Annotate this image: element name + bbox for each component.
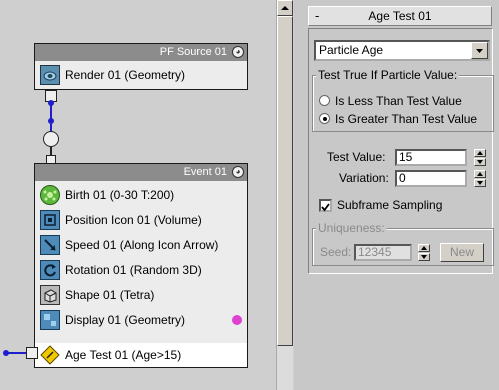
panel-scrollbar[interactable] <box>276 0 293 390</box>
spinner-down-icon[interactable] <box>418 253 430 261</box>
birth-icon <box>40 185 60 205</box>
rollout-header[interactable]: - Age Test 01 <box>308 6 492 26</box>
group-title: Test True If Particle Value: <box>316 68 460 82</box>
chevron-down-icon[interactable] <box>471 42 488 59</box>
subframe-label: Subframe Sampling <box>337 198 443 212</box>
spinner-up-icon[interactable] <box>418 244 430 252</box>
rollout-title: Age Test 01 <box>368 9 432 23</box>
operator-label: Render 01 (Geometry) <box>65 68 186 82</box>
shape-icon <box>40 285 60 305</box>
radio-less-than[interactable]: Is Less Than Test Value <box>319 94 495 108</box>
age-test-icon <box>40 345 60 365</box>
operator-label: Speed 01 (Along Icon Arrow) <box>65 238 219 252</box>
event-input-socket[interactable] <box>43 131 59 147</box>
variation-spinner[interactable] <box>474 170 486 187</box>
operator-rotation[interactable]: Rotation 01 (Random 3D) <box>35 258 247 282</box>
spinner-down-icon[interactable] <box>474 158 486 166</box>
parameters-panel: - Age Test 01 Particle Age Test True If … <box>294 0 499 390</box>
test-value-field[interactable]: 15 <box>395 149 467 166</box>
rotation-icon <box>40 260 60 280</box>
radio-label: Is Less Than Test Value <box>335 94 462 108</box>
scroll-thumb[interactable] <box>277 16 293 346</box>
operator-display[interactable]: Display 01 (Geometry) <box>35 308 247 332</box>
operator-label: Display 01 (Geometry) <box>65 313 186 327</box>
variation-field[interactable]: 0 <box>395 170 467 187</box>
test-output-socket[interactable] <box>26 347 38 359</box>
lock-icon[interactable]: ◕ <box>232 46 244 58</box>
spinner-up-icon[interactable] <box>474 170 486 178</box>
radio-button[interactable] <box>319 113 330 124</box>
wire <box>50 147 52 155</box>
operator-speed[interactable]: Speed 01 (Along Icon Arrow) <box>35 233 247 257</box>
test-value-spinner[interactable] <box>474 149 486 166</box>
variation-value: 0 <box>399 171 406 185</box>
display-color-dot[interactable] <box>232 315 242 325</box>
operator-age-test[interactable]: Age Test 01 (Age>15) <box>35 343 247 367</box>
operator-label: Age Test 01 (Age>15) <box>65 348 182 362</box>
variation-label: Variation: <box>339 171 389 185</box>
operator-label: Rotation 01 (Random 3D) <box>65 263 202 277</box>
subframe-checkbox[interactable] <box>319 199 332 212</box>
wire <box>8 352 26 354</box>
seed-label: Seed: <box>320 245 352 259</box>
seed-spinner[interactable] <box>418 244 430 261</box>
operator-shape[interactable]: Shape 01 (Tetra) <box>35 283 247 307</box>
chevron-up-icon <box>281 6 289 10</box>
operator-birth[interactable]: Birth 01 (0-30 T:200) <box>35 183 247 207</box>
speed-icon <box>40 235 60 255</box>
pf-source-title: PF Source 01 <box>35 44 247 61</box>
radio-label: Is Greater Than Test Value <box>335 112 478 126</box>
display-icon <box>40 310 60 330</box>
operator-render[interactable]: Render 01 (Geometry) <box>35 63 247 87</box>
test-type-value: Particle Age <box>319 43 384 57</box>
render-icon <box>40 65 60 85</box>
spinner-down-icon[interactable] <box>474 179 486 187</box>
event-title: Event 01 <box>35 164 247 181</box>
event-node[interactable]: Event 01 ◕ Birth 01 (0-30 T:200) Positio… <box>34 163 248 368</box>
operator-label: Birth 01 (0-30 T:200) <box>65 188 175 202</box>
scroll-up-button[interactable] <box>277 0 293 16</box>
lock-icon[interactable]: ◕ <box>232 166 244 178</box>
radio-button[interactable] <box>319 95 330 106</box>
test-value-label: Test Value: <box>327 150 386 164</box>
operator-position-icon[interactable]: Position Icon 01 (Volume) <box>35 208 247 232</box>
test-value: 15 <box>399 150 413 164</box>
radio-greater-than[interactable]: Is Greater Than Test Value <box>319 112 495 126</box>
checkmark-icon <box>321 203 330 212</box>
spinner-up-icon[interactable] <box>474 149 486 157</box>
seed-value: 12345 <box>358 245 392 259</box>
wire-dot <box>48 100 54 106</box>
test-type-dropdown[interactable]: Particle Age <box>314 40 490 61</box>
operator-label: Shape 01 (Tetra) <box>65 288 155 302</box>
wire-dot <box>3 350 9 356</box>
particle-view-canvas[interactable]: PF Source 01 ◕ Render 01 (Geometry) Even… <box>0 0 276 390</box>
group-title: Uniqueness: <box>316 221 387 235</box>
new-seed-button[interactable]: New <box>440 243 484 262</box>
pf-source-node[interactable]: PF Source 01 ◕ Render 01 (Geometry) <box>34 43 248 90</box>
seed-field[interactable]: 12345 <box>354 244 412 261</box>
socket-stub <box>46 155 56 163</box>
position-icon <box>40 210 60 230</box>
operator-label: Position Icon 01 (Volume) <box>65 213 202 227</box>
